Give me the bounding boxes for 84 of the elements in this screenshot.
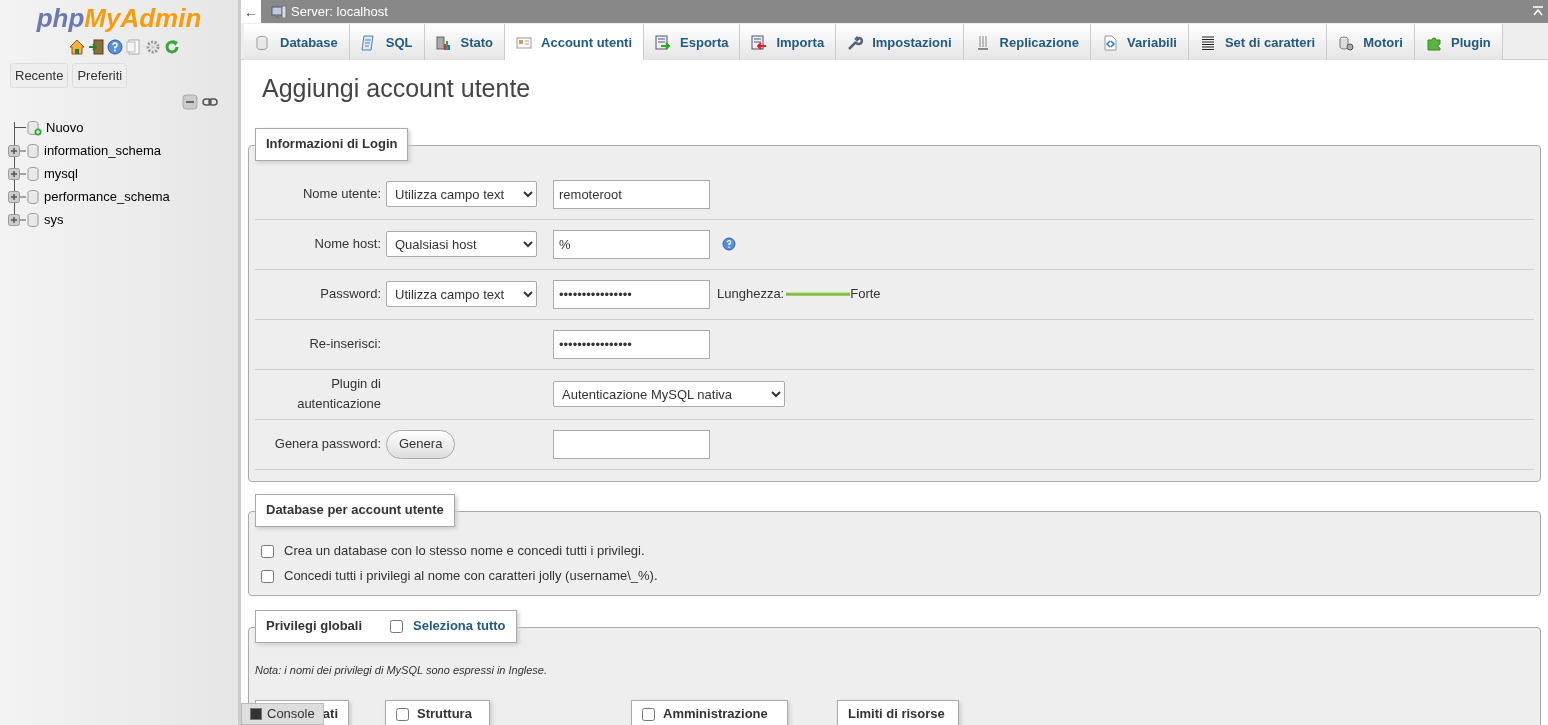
collapse-icon bbox=[182, 94, 198, 110]
home-icon bbox=[68, 39, 85, 55]
dropdown[interactable]: Autenticazione MySQL nativa bbox=[553, 381, 785, 407]
field-label: Plugin di autenticazione bbox=[296, 375, 381, 413]
strength-label: Lunghezza: bbox=[717, 285, 785, 304]
select-all-link[interactable]: Seleziona tutto bbox=[413, 616, 506, 636]
database-icon bbox=[26, 211, 40, 228]
database-link[interactable]: information_schema bbox=[44, 140, 162, 161]
tab[interactable]: Account utenti bbox=[505, 24, 645, 61]
dropdown[interactable]: Utilizza campo text bbox=[386, 281, 537, 307]
tab[interactable]: Replicazione bbox=[963, 24, 1092, 61]
database-icon bbox=[26, 142, 40, 159]
database-icon bbox=[255, 34, 271, 51]
help-icon bbox=[106, 39, 123, 55]
strength-value: Forte bbox=[850, 285, 881, 304]
tab[interactable]: SQL bbox=[349, 24, 425, 61]
server-chart-icon bbox=[435, 34, 452, 51]
console-icon bbox=[250, 708, 262, 720]
code-file-icon bbox=[1102, 34, 1119, 51]
field-label: Nome host: bbox=[313, 235, 381, 253]
server-icon bbox=[271, 4, 287, 19]
sidebar-button[interactable]: Recente bbox=[10, 63, 69, 88]
tab[interactable]: Database bbox=[244, 24, 350, 61]
tab[interactable]: Stato bbox=[424, 24, 506, 61]
group-title: Amministrazione bbox=[663, 705, 768, 724]
group-title: Struttura bbox=[417, 705, 472, 724]
fieldset-legend: Database per account utente bbox=[255, 493, 455, 527]
database-icon bbox=[26, 188, 40, 205]
dropdown[interactable]: Utilizza campo text bbox=[386, 181, 537, 207]
generate-button[interactable]: Genera bbox=[386, 429, 456, 459]
reload-icon bbox=[163, 39, 180, 55]
tab[interactable]: Esporta bbox=[644, 24, 741, 61]
checkbox[interactable] bbox=[261, 569, 274, 583]
document-icon bbox=[125, 39, 142, 55]
field-label: Password: bbox=[319, 285, 381, 303]
page-title: Aggiungi account utente bbox=[262, 73, 532, 104]
legend-title: Privilegi globali bbox=[266, 617, 363, 636]
input-field[interactable]: •••••••••••••••• bbox=[553, 279, 710, 309]
group-title: Limiti di risorse bbox=[848, 705, 945, 724]
server-breadcrumb[interactable]: Server: localhost bbox=[291, 1, 388, 22]
logo[interactable]: phpMyAdmin bbox=[0, 0, 238, 34]
input-field[interactable]: remoteroot bbox=[553, 179, 710, 209]
privileges-note: Nota: i nomi dei privilegi di MySQL sono espressi in Inglese. bbox=[255, 662, 549, 678]
back-button[interactable]: ← bbox=[241, 0, 261, 23]
input-field[interactable] bbox=[553, 429, 710, 459]
checkbox-label[interactable]: Concedi tutti i privilegi al nome con caratteri jolly (username\_%). bbox=[284, 566, 658, 586]
dropdown[interactable]: Qualsiasi host bbox=[386, 231, 537, 257]
sidebar-button[interactable]: Preferiti bbox=[72, 63, 128, 88]
checkbox[interactable] bbox=[642, 707, 655, 721]
database-link[interactable]: mysql bbox=[44, 163, 78, 184]
tab[interactable]: Set di caratteri bbox=[1188, 24, 1328, 61]
input-field[interactable]: % bbox=[553, 229, 710, 259]
group-title: ati bbox=[322, 705, 338, 724]
puzzle-icon bbox=[1425, 34, 1442, 51]
tab[interactable]: Variabili bbox=[1091, 24, 1189, 61]
field-label: Genera password: bbox=[273, 435, 381, 453]
database-link[interactable]: performance_schema bbox=[44, 186, 170, 207]
checkbox[interactable] bbox=[261, 544, 274, 558]
input-field[interactable]: •••••••••••••••• bbox=[553, 329, 710, 359]
console-button[interactable]: Console bbox=[241, 703, 324, 725]
database-icon bbox=[26, 165, 40, 182]
database-link[interactable]: sys bbox=[44, 209, 64, 230]
scroll-icon bbox=[360, 34, 377, 51]
settings-icon bbox=[144, 39, 161, 55]
export-icon bbox=[655, 34, 672, 51]
collapse-up-icon bbox=[1532, 5, 1544, 18]
wrench-icon bbox=[847, 34, 864, 51]
import-icon bbox=[751, 34, 768, 51]
checkbox-label[interactable]: Crea un database con lo stesso nome e concedi tutti i privilegi. bbox=[284, 541, 645, 561]
tab[interactable]: Importa bbox=[740, 24, 837, 61]
fieldset-legend: Informazioni di Login bbox=[255, 127, 409, 161]
tab[interactable]: Motori bbox=[1327, 24, 1415, 61]
lines-icon bbox=[1199, 34, 1216, 51]
database-gear-icon bbox=[1338, 34, 1355, 51]
exit-door-icon bbox=[87, 39, 104, 55]
field-label: Nome utente: bbox=[301, 185, 381, 203]
tab[interactable]: Impostazioni bbox=[836, 24, 964, 61]
field-label: Re-inserisci: bbox=[308, 335, 381, 353]
select-all-checkbox[interactable] bbox=[390, 619, 404, 633]
tab[interactable]: Plugin bbox=[1414, 24, 1503, 61]
checkbox[interactable] bbox=[396, 707, 409, 721]
database-link[interactable]: Nuovo bbox=[46, 117, 84, 138]
new-database-icon bbox=[26, 119, 42, 136]
user-card-icon bbox=[516, 34, 533, 51]
